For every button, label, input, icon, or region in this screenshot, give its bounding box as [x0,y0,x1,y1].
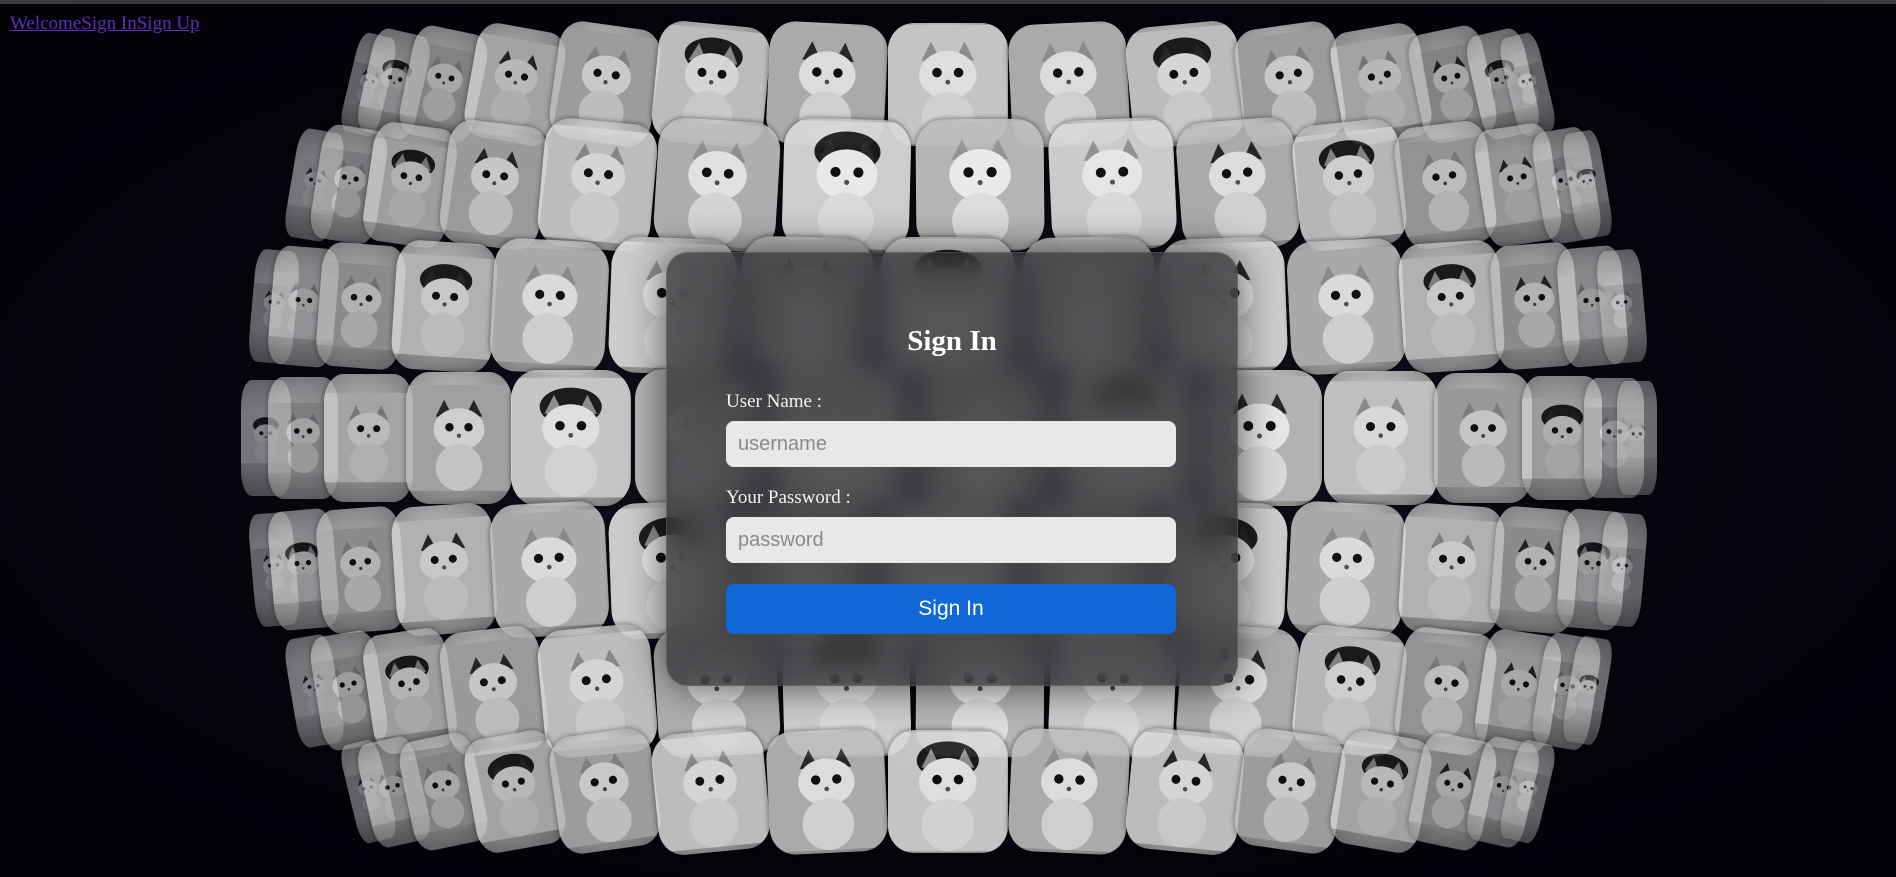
kitten-tile [1046,116,1178,254]
kitten-tile [888,730,1008,854]
kitten-tile [546,725,665,858]
username-label: User Name : [726,391,823,412]
kitten-tile [511,370,631,506]
sign-in-title: Sign In [907,325,997,357]
top-nav: WelcomeSign InSign Up [10,13,200,35]
kitten-tile [649,726,773,858]
kitten-tile [765,727,889,856]
kitten-tile [1434,373,1533,503]
kitten-tile [436,117,552,253]
sign-in-button[interactable]: Sign In [726,584,1176,634]
kitten-tile [1396,502,1506,638]
kitten-tile [1285,500,1407,640]
kitten-tile [488,236,611,376]
kitten-tile [1285,236,1407,376]
kitten-tile [1290,116,1410,254]
kitten-tile [1007,727,1131,856]
kitten-tile [915,118,1045,252]
kitten-tile [780,117,912,253]
nav-link-sign-up[interactable]: Sign Up [137,13,200,34]
nav-link-sign-in[interactable]: Sign In [81,13,136,34]
kitten-tile [1173,115,1302,254]
kitten-tile [1324,371,1438,505]
kitten-tile [1594,247,1649,365]
sign-in-card: Sign In User Name : Your Password : Sign… [666,252,1238,686]
kitten-tile [1231,725,1350,858]
kitten-tile [535,116,660,254]
password-input[interactable] [726,517,1176,563]
username-input[interactable] [726,421,1176,467]
kitten-tile [1396,238,1506,374]
kitten-tile [390,238,500,374]
nav-link-welcome[interactable]: Welcome [10,13,81,34]
kitten-tile [1594,511,1649,629]
kitten-tile [323,374,414,502]
kitten-tile [1617,381,1657,495]
password-label: Your Password : [726,487,851,508]
kitten-tile [390,502,500,638]
kitten-tile [488,500,611,640]
kitten-tile [652,116,782,254]
kitten-tile [405,372,512,504]
kitten-tile [1123,726,1247,858]
